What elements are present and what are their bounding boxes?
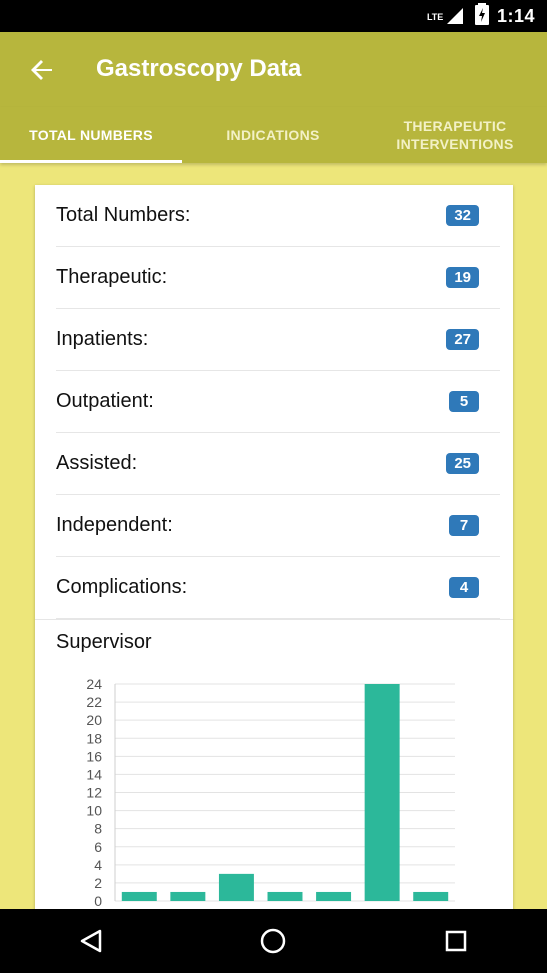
- bar: [218, 873, 254, 901]
- stat-label: Therapeutic:: [56, 266, 168, 288]
- tab-therapeutic-interventions[interactable]: THERAPEUTIC INTERVENTIONS: [364, 107, 546, 163]
- tab-bar: TOTAL NUMBERS INDICATIONS THERAPEUTIC IN…: [0, 107, 547, 163]
- y-tick-label: 10: [86, 803, 102, 819]
- stat-badge: 5: [449, 391, 479, 412]
- bar: [316, 891, 352, 901]
- supervisor-chart-title: Supervisor: [56, 631, 152, 653]
- page-title: Gastroscopy Data: [96, 55, 302, 82]
- bar: [170, 891, 206, 901]
- battery-icon: [474, 2, 489, 30]
- status-icons: LTE 1:14: [427, 0, 535, 32]
- signal-icon: LTE: [427, 6, 467, 26]
- y-tick-label: 24: [86, 676, 102, 692]
- bar: [267, 891, 303, 901]
- nav-recents-button[interactable]: [426, 909, 486, 973]
- nav-back-button[interactable]: [61, 909, 121, 973]
- stats-card: Total Numbers: 32 Therapeutic: 19 Inpati…: [35, 185, 513, 915]
- stat-row-complications: Complications: 4: [56, 557, 500, 619]
- y-tick-label: 16: [86, 748, 102, 764]
- y-tick-label: 18: [86, 730, 102, 746]
- app-bar: Gastroscopy Data: [0, 32, 547, 107]
- y-tick-label: 12: [86, 785, 102, 801]
- back-button[interactable]: [26, 54, 58, 86]
- stat-badge: 27: [446, 329, 479, 350]
- clock: 1:14: [496, 5, 535, 26]
- stat-label: Independent:: [56, 514, 173, 536]
- tab-total-numbers[interactable]: TOTAL NUMBERS: [0, 107, 182, 163]
- stat-badge: 25: [446, 453, 479, 474]
- back-triangle-icon: [80, 929, 102, 953]
- tab-indications[interactable]: INDICATIONS: [182, 107, 364, 163]
- nav-home-button[interactable]: [243, 909, 303, 973]
- stat-label: Inpatients:: [56, 328, 149, 350]
- stat-label: Complications:: [56, 576, 188, 598]
- stat-row-therapeutic: Therapeutic: 19: [56, 247, 500, 309]
- bar: [121, 891, 157, 901]
- supervisor-chart: 024681012141618202224: [86, 676, 455, 909]
- recents-square-icon: [445, 930, 467, 952]
- y-tick-label: 2: [94, 875, 102, 891]
- stat-label: Outpatient:: [56, 390, 154, 412]
- stat-row-independent: Independent: 7: [56, 495, 500, 557]
- bar: [364, 684, 400, 901]
- arrow-back-icon: [31, 60, 52, 80]
- y-tick-label: 20: [86, 712, 102, 728]
- stat-badge: 32: [446, 205, 479, 226]
- navigation-bar: [0, 909, 547, 973]
- y-tick-label: 4: [94, 857, 102, 873]
- stat-label: Assisted:: [56, 452, 138, 474]
- stat-row-total-numbers: Total Numbers: 32: [56, 185, 500, 247]
- stat-row-inpatients: Inpatients: 27: [56, 309, 500, 371]
- stat-row-assisted: Assisted: 25: [56, 433, 500, 495]
- network-label: LTE: [426, 12, 444, 22]
- y-tick-label: 0: [94, 893, 102, 909]
- stat-badge: 4: [449, 577, 479, 598]
- divider: [35, 619, 513, 620]
- stat-row-outpatient: Outpatient: 5: [56, 371, 500, 433]
- y-tick-label: 6: [94, 839, 102, 855]
- status-bar: LTE 1:14: [0, 0, 547, 32]
- stat-label: Total Numbers:: [56, 204, 191, 226]
- y-tick-label: 8: [94, 821, 102, 837]
- stat-badge: 19: [446, 267, 479, 288]
- stat-badge: 7: [449, 515, 479, 536]
- y-tick-label: 22: [86, 694, 102, 710]
- y-tick-label: 14: [86, 766, 102, 782]
- home-circle-icon: [261, 928, 286, 954]
- bar: [413, 891, 449, 901]
